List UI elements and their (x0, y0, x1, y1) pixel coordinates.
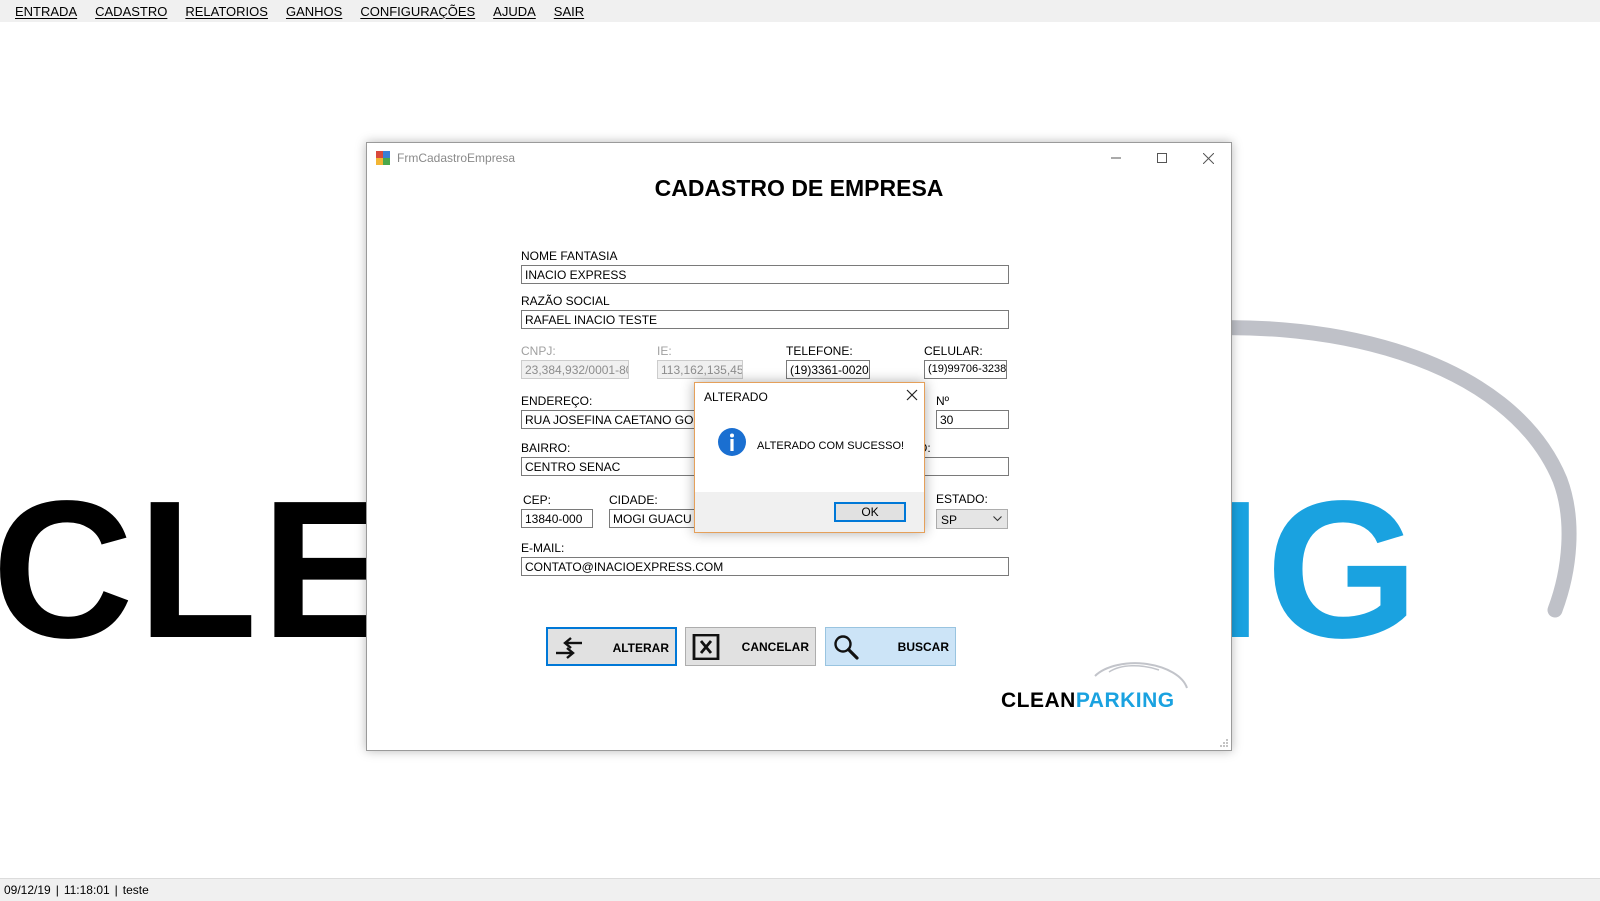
logo-text-clean: CLEAN (1001, 689, 1076, 712)
dialog-message: ALTERADO COM SUCESSO! (757, 440, 905, 452)
nome-fantasia-field[interactable]: INACIO EXPRESS (521, 265, 1009, 284)
alterar-button[interactable]: ALTERAR (546, 627, 677, 666)
menu-ajuda[interactable]: AJUDA (493, 4, 536, 19)
window-title: FrmCadastroEmpresa (397, 151, 516, 165)
cancel-x-icon (692, 634, 720, 660)
estado-select[interactable]: SP (936, 509, 1008, 529)
numero-field[interactable]: 30 (936, 410, 1009, 429)
menu-cadastro[interactable]: CADASTRO (95, 4, 167, 19)
label-email: E-MAIL: (521, 541, 565, 555)
dialog-body: ALTERADO COM SUCESSO! (695, 414, 924, 492)
minimize-button[interactable] (1093, 143, 1139, 173)
menu-relatorios[interactable]: RELATORIOS (185, 4, 268, 19)
label-cnpj: CNPJ: (521, 344, 556, 358)
menu-ganhos[interactable]: GANHOS (286, 4, 342, 19)
status-user: teste (122, 883, 149, 897)
form-heading: CADASTRO DE EMPRESA (654, 175, 944, 201)
minimize-icon (1111, 157, 1121, 159)
swap-arrows-icon (556, 637, 582, 659)
close-icon[interactable] (906, 389, 918, 401)
menu-configuracoes[interactable]: CONFIGURAÇÕES (360, 4, 475, 19)
status-bar: 09/12/19 | 11:18:01 | teste (0, 878, 1600, 901)
search-icon (834, 635, 859, 660)
status-date: 09/12/19 (4, 883, 51, 897)
close-icon (1202, 152, 1214, 164)
razao-social-field[interactable]: RAFAEL INACIO TESTE (521, 310, 1009, 329)
logo-text-parking: PARKING (1075, 689, 1175, 712)
close-button[interactable] (1185, 143, 1231, 173)
label-celular: CELULAR: (924, 344, 983, 358)
message-dialog: ALTERADO ALTERADO COM SUCESSO! OK (694, 382, 925, 533)
label-estado: ESTADO: (936, 492, 988, 506)
label-ie: IE: (657, 344, 672, 358)
label-bairro: BAIRRO: (521, 441, 571, 455)
maximize-icon (1157, 153, 1167, 163)
info-icon (718, 428, 746, 456)
menu-sair[interactable]: SAIR (554, 4, 584, 19)
app-icon (376, 151, 390, 165)
label-telefone: TELEFONE: (786, 344, 853, 358)
buscar-button[interactable]: BUSCAR (825, 627, 956, 666)
alterar-button-label: ALTERAR (612, 641, 669, 655)
celular-field[interactable]: (19)99706-3238 (924, 360, 1007, 379)
cancelar-button[interactable]: CANCELAR (685, 627, 816, 666)
label-nome-fantasia: NOME FANTASIA (521, 249, 618, 263)
logo-text: CLEANPARKING (1001, 689, 1175, 713)
maximize-button[interactable] (1139, 143, 1185, 173)
status-time: 11:18:01 (63, 883, 110, 897)
dialog-title: ALTERADO (704, 390, 768, 404)
menu-bar: ENTRADA CADASTRO RELATORIOS GANHOS CONFI… (0, 0, 1600, 22)
label-cep: CEP: (523, 493, 552, 507)
resize-grip-icon[interactable] (1219, 738, 1229, 748)
ie-field: 113,162,135,45_ (657, 360, 743, 379)
label-endereco: ENDEREÇO: (521, 394, 593, 408)
window-titlebar[interactable]: FrmCadastroEmpresa (367, 143, 1231, 173)
telefone-field[interactable]: (19)3361-0020 (786, 360, 870, 379)
menu-entrada[interactable]: ENTRADA (15, 4, 77, 19)
background-logo-left: CLE (0, 460, 396, 679)
cnpj-field: 23,384,932/0001-80 (521, 360, 629, 379)
email-field[interactable]: CONTATO@INACIOEXPRESS.COM (521, 557, 1009, 576)
cancelar-button-label: CANCELAR (741, 640, 809, 654)
label-numero: Nº (936, 394, 950, 408)
chevron-down-icon (993, 516, 1002, 522)
estado-selected-value: SP (941, 513, 958, 527)
cep-field[interactable]: 13840-000 (521, 509, 593, 528)
buscar-button-label: BUSCAR (897, 640, 949, 654)
label-razao-social: RAZÃO SOCIAL (521, 294, 610, 308)
dialog-footer: OK (695, 492, 924, 532)
label-cidade: CIDADE: (609, 493, 658, 507)
ok-button[interactable]: OK (834, 502, 906, 522)
